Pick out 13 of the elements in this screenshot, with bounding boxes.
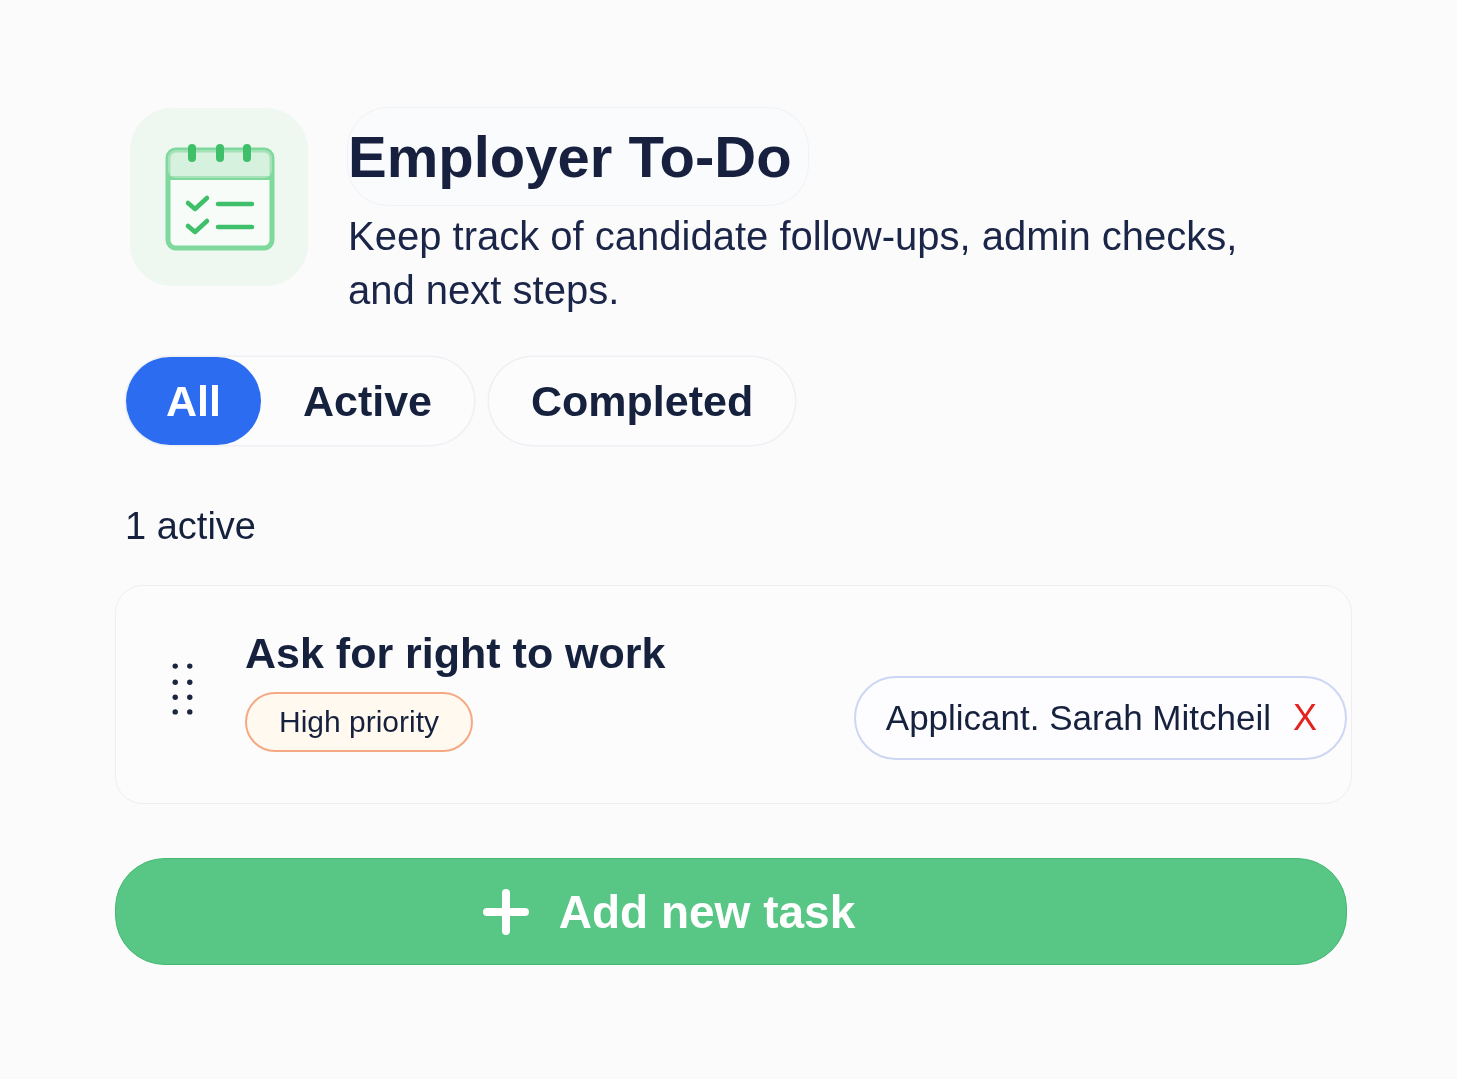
page-title: Employer To-Do	[348, 108, 808, 205]
filter-tab[interactable]: All	[126, 357, 261, 445]
priority-tag: High priority	[245, 691, 474, 752]
page-subtitle: Keep track of candidate follow-ups, admin checks, and next steps.	[348, 213, 1239, 314]
task-title: Ask for right to work	[245, 627, 666, 678]
drag-handle-icon[interactable]	[172, 662, 193, 715]
calendar-checklist-icon	[130, 108, 308, 286]
active-count: 1 active	[125, 504, 256, 549]
remove-button[interactable]: X	[1293, 696, 1317, 739]
plus-icon	[482, 888, 529, 935]
filter-tab[interactable]: Completed	[489, 357, 796, 445]
assignee-name: Applicant. Sarah Mitcheil	[885, 697, 1271, 738]
filter-tab[interactable]: Active	[260, 357, 475, 445]
